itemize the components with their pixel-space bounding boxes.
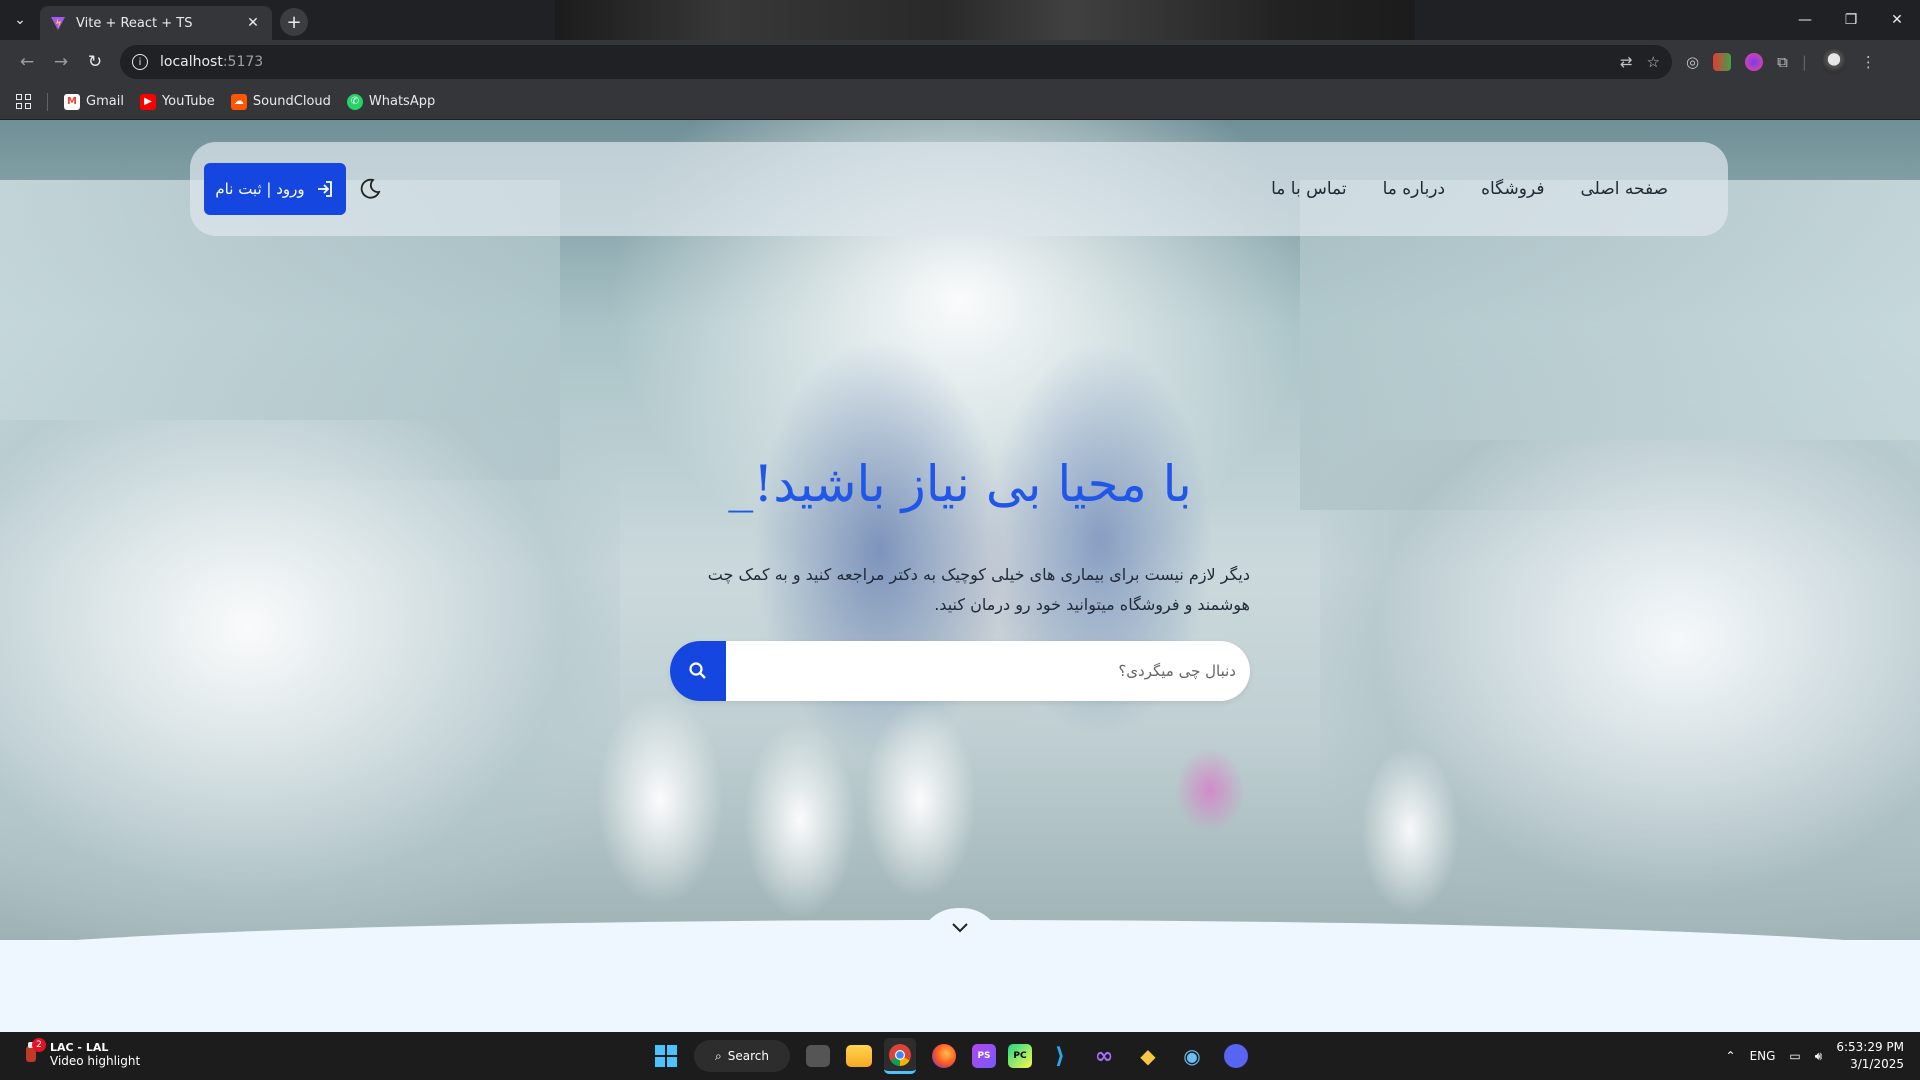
windows-taskbar: 2 LAC - LAL Video highlight ⌕ Search PS …: [0, 1032, 1920, 1080]
search-icon: [689, 662, 706, 679]
web-page: ورود | ثبت نام صفحه اصلی فروشگاه درباره …: [0, 120, 1920, 1032]
bookmark-label: SoundCloud: [252, 94, 331, 109]
hero-title-text: با محیا بی نیاز باشید!: [753, 455, 1192, 513]
minimize-icon[interactable]: —: [1782, 0, 1828, 40]
system-tray: ⌃ ENG ▭ 🔊︎ 6:53:29 PM 3/1/2025: [1726, 1032, 1905, 1080]
forward-arrow-icon[interactable]: →: [44, 45, 78, 79]
notification-badge: 2: [32, 1038, 46, 1052]
sports-widget-icon: 2: [22, 1038, 46, 1068]
translate-icon[interactable]: ⇄: [1620, 53, 1633, 71]
dark-mode-moon-icon[interactable]: [356, 175, 384, 203]
login-register-label: ورود | ثبت نام: [215, 180, 305, 198]
bookmark-star-icon[interactable]: ☆: [1647, 53, 1660, 71]
tab-search-button[interactable]: ⌄: [0, 0, 40, 40]
bookmark-youtube[interactable]: ▶ YouTube: [139, 93, 215, 110]
bookmark-label: Gmail: [86, 94, 124, 109]
gmail-icon: M: [64, 93, 80, 110]
nav-link-contact[interactable]: تماس با ما: [1271, 179, 1347, 199]
soundcloud-icon: ☁: [230, 93, 247, 110]
volume-icon[interactable]: 🔊︎: [1815, 1049, 1823, 1064]
input-language[interactable]: ENG: [1750, 1049, 1776, 1063]
nav-links: صفحه اصلی فروشگاه درباره ما تماس با ما: [1271, 179, 1668, 199]
notification-text: Video highlight: [50, 1053, 141, 1068]
bookmark-whatsapp[interactable]: ✆ WhatsApp: [346, 93, 436, 110]
hero-subtitle: دیگر لازم نیست برای بیماری های خیلی کوچی…: [707, 565, 1250, 614]
youtube-icon: ▶: [139, 93, 156, 110]
firefox-icon[interactable]: [928, 1038, 960, 1074]
git-client-icon[interactable]: ◆: [1132, 1038, 1164, 1074]
profile-avatar[interactable]: [1820, 49, 1847, 75]
search-button[interactable]: [670, 641, 726, 701]
clock-date: 3/1/2025: [1850, 1057, 1904, 1071]
whatsapp-icon: ✆: [346, 93, 363, 110]
phpstorm-icon[interactable]: PS: [972, 1044, 996, 1068]
task-view-icon[interactable]: [806, 1045, 830, 1067]
bookmark-label: YouTube: [161, 94, 215, 109]
url-port: :5173: [222, 54, 264, 70]
new-tab-button[interactable]: +: [280, 8, 308, 36]
taskbar-search-button[interactable]: ⌕ Search: [694, 1040, 790, 1072]
widget-notification[interactable]: 2 LAC - LAL Video highlight: [22, 1038, 141, 1068]
site-navbar: ورود | ثبت نام صفحه اصلی فروشگاه درباره …: [190, 142, 1728, 236]
file-explorer-icon[interactable]: [846, 1045, 872, 1067]
nav-link-shop[interactable]: فروشگاه: [1481, 179, 1544, 199]
close-tab-icon[interactable]: ✕: [244, 14, 262, 32]
hero-search-bar: [670, 641, 1250, 701]
login-icon: [317, 181, 332, 197]
hero-title: با محیا بی نیاز باشید!_: [560, 455, 1360, 513]
bookmark-soundcloud[interactable]: ☁ SoundCloud: [230, 93, 331, 110]
clock-time: 6:53:29 PM: [1836, 1040, 1904, 1054]
system-clock[interactable]: 6:53:29 PM 3/1/2025: [1836, 1039, 1904, 1073]
hero-equipment-left: [0, 420, 620, 940]
bookmarks-bar: M Gmail ▶ YouTube ☁ SoundCloud ✆ WhatsAp…: [0, 84, 1920, 120]
close-window-icon[interactable]: ✕: [1874, 0, 1920, 40]
nav-link-about[interactable]: درباره ما: [1383, 179, 1446, 199]
hero-background: [0, 120, 1920, 940]
bookmarks-divider: [47, 92, 48, 111]
apps-grid-icon[interactable]: [16, 94, 31, 109]
address-bar[interactable]: i localhost:5173 ⇄ ☆: [120, 45, 1672, 79]
browser-menu-icon[interactable]: ⋮: [1861, 53, 1876, 71]
toolbar-divider: |: [1801, 53, 1807, 71]
browser-tab-active[interactable]: Vite + React + TS ✕: [40, 6, 272, 40]
search-icon: ⌕: [715, 1048, 722, 1063]
extension-colored-icon[interactable]: [1713, 53, 1732, 71]
discord-icon[interactable]: [1220, 1038, 1252, 1074]
site-info-icon[interactable]: i: [132, 54, 148, 70]
chrome-icon[interactable]: [884, 1038, 916, 1074]
typing-cursor: _: [728, 455, 754, 513]
taskbar-apps: ⌕ Search PS PC ⟩ ∞ ◆ ◉: [650, 1038, 1252, 1074]
network-icon[interactable]: ▭: [1789, 1049, 1800, 1063]
vscode-icon[interactable]: ⟩: [1044, 1038, 1076, 1074]
tab-bar-background-art: [555, 0, 1415, 40]
back-arrow-icon[interactable]: ←: [10, 45, 44, 79]
window-controls: — ❐ ✕: [1782, 0, 1920, 40]
extension-target-icon[interactable]: ◎: [1686, 53, 1699, 71]
url-host: localhost: [160, 54, 223, 70]
visual-studio-icon[interactable]: ∞: [1088, 1038, 1120, 1074]
show-hidden-icons-chevron-icon[interactable]: ⌃: [1726, 1049, 1736, 1063]
bookmark-gmail[interactable]: M Gmail: [64, 93, 124, 110]
extensions-puzzle-icon[interactable]: ⧉: [1777, 53, 1788, 71]
restore-icon[interactable]: ❐: [1828, 0, 1874, 40]
tab-title: Vite + React + TS: [76, 15, 193, 31]
steam-icon[interactable]: ◉: [1176, 1038, 1208, 1074]
reload-icon[interactable]: ↻: [78, 45, 112, 79]
login-register-button[interactable]: ورود | ثبت نام: [204, 163, 346, 215]
browser-tab-bar: ⌄ Vite + React + TS ✕ + — ❐ ✕: [0, 0, 1920, 40]
vite-icon: [51, 17, 65, 30]
notification-title: LAC - LAL: [50, 1040, 109, 1054]
taskbar-search-label: Search: [727, 1049, 769, 1063]
toolbar-extensions: ◎ ⧉ | ⋮: [1686, 49, 1876, 75]
windows-start-icon[interactable]: [650, 1038, 682, 1074]
pycharm-icon[interactable]: PC: [1008, 1044, 1032, 1068]
search-input[interactable]: [726, 641, 1250, 701]
nav-link-home[interactable]: صفحه اصلی: [1581, 179, 1668, 199]
extension-ai-icon[interactable]: [1745, 53, 1764, 71]
bookmark-label: WhatsApp: [368, 94, 436, 109]
browser-toolbar: ← → ↻ i localhost:5173 ⇄ ☆ ◎ ⧉ | ⋮: [0, 40, 1920, 84]
